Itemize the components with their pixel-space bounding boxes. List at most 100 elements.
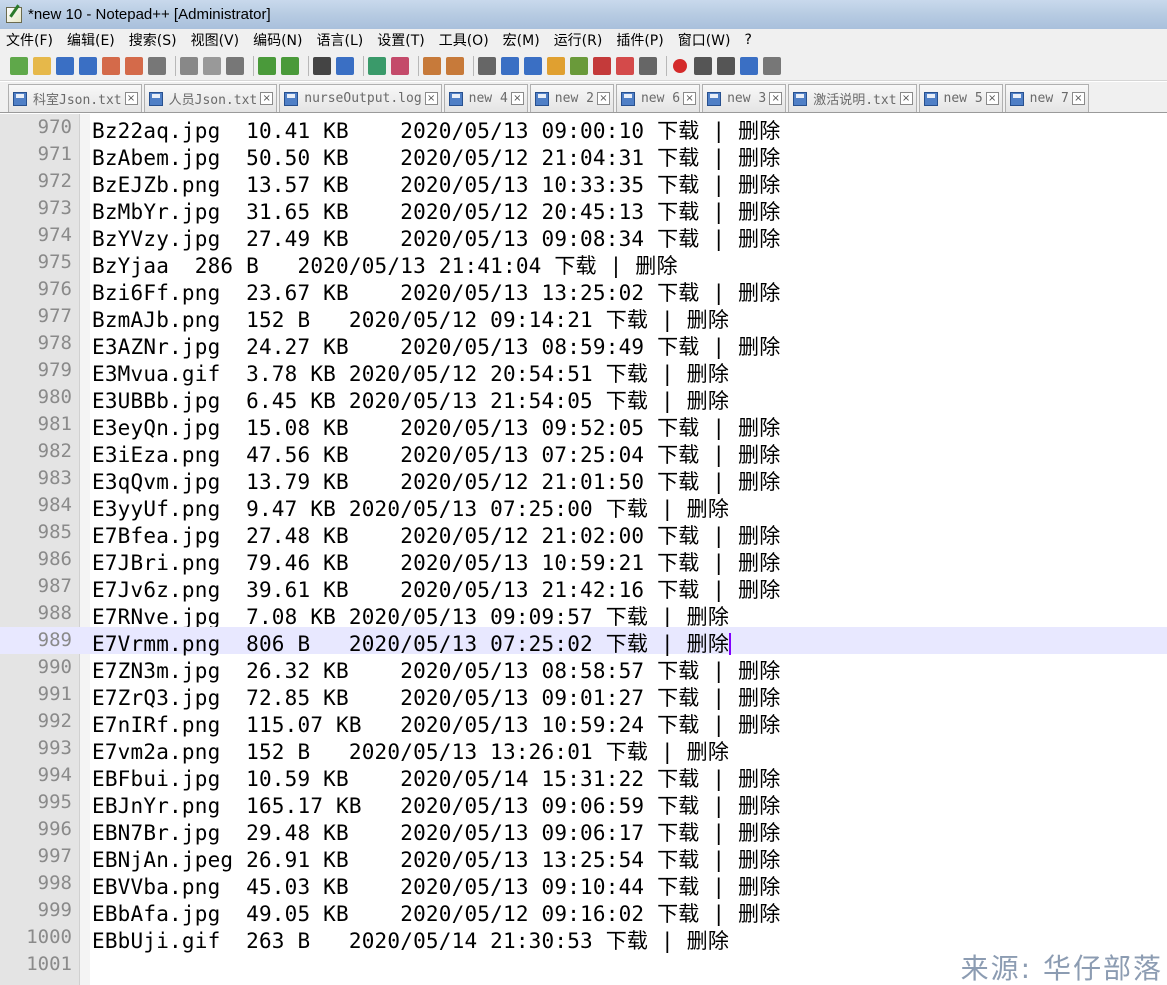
editor-line[interactable]: 985 E7Bfea.jpg 27.48 KB 2020/05/12 21:02:…	[0, 519, 1167, 548]
redo-icon[interactable]	[281, 56, 299, 75]
tab-close-icon[interactable]: ×	[510, 92, 524, 105]
tab-close-icon[interactable]: ×	[1071, 92, 1085, 105]
tab-close-icon[interactable]: ×	[985, 92, 999, 105]
tab-label: 科室Json.txt	[33, 93, 122, 108]
paste-icon[interactable]	[226, 56, 244, 75]
tab-close-icon[interactable]: ×	[260, 92, 274, 105]
close-icon[interactable]	[102, 56, 120, 75]
tab-close-icon[interactable]: ×	[124, 92, 138, 105]
editor-line[interactable]: 980 E3UBBb.jpg 6.45 KB 2020/05/13 21:54:0…	[0, 384, 1167, 413]
tab[interactable]: new 7 ×	[1004, 84, 1089, 112]
menu-item[interactable]: 插件(P)	[616, 30, 663, 50]
editor-line[interactable]: 999 EBbAfa.jpg 49.05 KB 2020/05/12 09:16:…	[0, 897, 1167, 926]
editor-line[interactable]: 979 E3Mvua.gif 3.78 KB 2020/05/12 20:54:5…	[0, 357, 1167, 386]
tab[interactable]: 人员Json.txt ×	[143, 84, 278, 112]
editor[interactable]: 970 Bz22aq.jpg 10.41 KB 2020/05/13 09:00:…	[0, 114, 1167, 985]
editor-line[interactable]: 983 E3qQvm.jpg 13.79 KB 2020/05/12 21:01:…	[0, 465, 1167, 494]
menu-item[interactable]: 工具(O)	[439, 30, 489, 50]
cut-icon[interactable]	[180, 56, 198, 75]
watermark: 来源: 华仔部落	[960, 952, 1163, 985]
tab-close-icon[interactable]: ×	[899, 92, 913, 105]
print-icon[interactable]	[148, 56, 166, 75]
editor-line[interactable]: 997 EBNjAn.jpeg 26.91 KB 2020/05/13 13:25…	[0, 843, 1167, 872]
menu-item[interactable]: 编辑(E)	[67, 30, 115, 50]
record-macro-icon[interactable]	[673, 58, 687, 73]
editor-line[interactable]: 975 BzYjaa 286 B 2020/05/13 21:41:04 下载 |…	[0, 249, 1167, 278]
open-file-icon[interactable]	[33, 56, 51, 75]
stop-record-icon[interactable]	[694, 56, 712, 75]
tab-close-icon[interactable]: ×	[683, 92, 697, 105]
save-icon[interactable]	[56, 56, 74, 75]
sync-vertical-icon[interactable]	[423, 56, 441, 75]
editor-line[interactable]: 974 BzYVzy.jpg 27.49 KB 2020/05/13 09:08:…	[0, 222, 1167, 251]
editor-line[interactable]: 996 EBN7Br.jpg 29.48 KB 2020/05/13 09:06:…	[0, 816, 1167, 845]
show-all-chars-icon[interactable]	[501, 56, 519, 75]
tab[interactable]: new 4 ×	[443, 84, 528, 112]
editor-line[interactable]: 973 BzMbYr.jpg 31.65 KB 2020/05/12 20:45:…	[0, 195, 1167, 224]
sync-horizontal-icon[interactable]	[446, 56, 464, 75]
new-file-icon[interactable]	[10, 56, 28, 75]
editor-line[interactable]: 991 E7ZrQ3.jpg 72.85 KB 2020/05/13 09:01:…	[0, 681, 1167, 710]
undo-icon[interactable]	[258, 56, 276, 75]
editor-line[interactable]: 971 BzAbem.jpg 50.50 KB 2020/05/12 21:04:…	[0, 141, 1167, 170]
editor-line[interactable]: 972 BzEJZb.png 13.57 KB 2020/05/13 10:33:…	[0, 168, 1167, 197]
replace-icon[interactable]	[336, 56, 354, 75]
editor-line[interactable]: 992 E7nIRf.png 115.07 KB 2020/05/13 10:59…	[0, 708, 1167, 737]
editor-line[interactable]: 998 EBVVba.png 45.03 KB 2020/05/13 09:10:…	[0, 870, 1167, 899]
menu-item[interactable]: 语言(L)	[317, 30, 364, 50]
menu-item[interactable]: 视图(V)	[191, 30, 240, 50]
find-icon[interactable]	[313, 56, 331, 75]
editor-line[interactable]: 982 E3iEza.png 47.56 KB 2020/05/13 07:25:…	[0, 438, 1167, 467]
tab-close-icon[interactable]: ×	[596, 92, 610, 105]
tab[interactable]: new 3 ×	[702, 84, 787, 112]
tab[interactable]: new 6 ×	[615, 84, 701, 112]
tab[interactable]: nurseOutput.log ×	[279, 84, 442, 112]
menu-item[interactable]: 宏(M)	[503, 30, 540, 50]
editor-line[interactable]: 987 E7Jv6z.png 39.61 KB 2020/05/13 21:42:…	[0, 573, 1167, 602]
save-macro-icon[interactable]	[763, 56, 781, 75]
editor-line[interactable]: 981 E3eyQn.jpg 15.08 KB 2020/05/13 09:52:…	[0, 411, 1167, 440]
menu-item[interactable]: 编码(N)	[253, 30, 302, 50]
play-macro-icon[interactable]	[717, 56, 735, 75]
editor-line[interactable]: 988 E7RNve.jpg 7.08 KB 2020/05/13 09:09:5…	[0, 600, 1167, 629]
tab[interactable]: 科室Json.txt ×	[8, 84, 142, 112]
zoom-in-icon[interactable]	[368, 56, 386, 75]
function-list-icon[interactable]	[570, 56, 588, 75]
stop-icon[interactable]	[639, 56, 657, 75]
tab[interactable]: new 2 ×	[529, 84, 614, 112]
editor-line[interactable]: 976 Bzi6Ff.png 23.67 KB 2020/05/13 13:25:…	[0, 276, 1167, 305]
tab-close-icon[interactable]: ×	[424, 92, 438, 105]
indent-guide-icon[interactable]	[524, 56, 542, 75]
editor-line[interactable]: 990 E7ZN3m.jpg 26.32 KB 2020/05/13 08:58:…	[0, 654, 1167, 683]
line-number: 985	[37, 521, 72, 543]
menu-item[interactable]: 运行(R)	[554, 30, 603, 50]
doc-map-icon[interactable]	[547, 56, 565, 75]
tab-close-icon[interactable]: ×	[769, 92, 783, 105]
editor-line[interactable]: 995 EBJnYr.png 165.17 KB 2020/05/13 09:06…	[0, 789, 1167, 818]
editor-line[interactable]: 993 E7vm2a.png 152 B 2020/05/13 13:26:01 …	[0, 735, 1167, 764]
run-macro-multiple-icon[interactable]	[740, 56, 758, 75]
menu-item[interactable]: 设置(T)	[377, 30, 424, 50]
editor-line[interactable]: 970 Bz22aq.jpg 10.41 KB 2020/05/13 09:00:…	[0, 114, 1167, 143]
tab-label: 激活说明.txt	[813, 93, 897, 108]
editor-line[interactable]: 977 BzmAJb.png 152 B 2020/05/12 09:14:21 …	[0, 303, 1167, 332]
folder-workspace-icon[interactable]	[593, 56, 611, 75]
copy-icon[interactable]	[203, 56, 221, 75]
editor-line[interactable]: 984 E3yyUf.png 9.47 KB 2020/05/13 07:25:0…	[0, 492, 1167, 521]
zoom-out-icon[interactable]	[391, 56, 409, 75]
menu-item[interactable]: 搜索(S)	[129, 30, 177, 50]
menu-item[interactable]: ?	[745, 32, 752, 48]
saved-file-icon	[148, 91, 163, 106]
word-wrap-icon[interactable]	[478, 56, 496, 75]
close-all-icon[interactable]	[125, 56, 143, 75]
menu-item[interactable]: 窗口(W)	[678, 30, 731, 50]
save-all-icon[interactable]	[79, 56, 97, 75]
editor-line[interactable]: 989 E7Vrmm.png 806 B 2020/05/13 07:25:02 …	[0, 627, 1167, 656]
tab[interactable]: new 5 ×	[918, 84, 1003, 112]
menu-item[interactable]: 文件(F)	[6, 30, 53, 50]
tab[interactable]: 激活说明.txt ×	[788, 84, 917, 112]
monitoring-icon[interactable]	[616, 56, 634, 75]
editor-line[interactable]: 978 E3AZNr.jpg 24.27 KB 2020/05/13 08:59:…	[0, 330, 1167, 359]
editor-line[interactable]: 994 EBFbui.jpg 10.59 KB 2020/05/14 15:31:…	[0, 762, 1167, 791]
editor-line[interactable]: 986 E7JBri.png 79.46 KB 2020/05/13 10:59:…	[0, 546, 1167, 575]
